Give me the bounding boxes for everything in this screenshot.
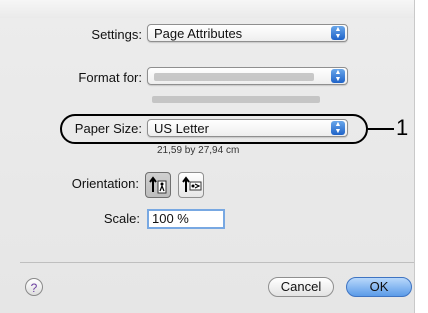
scale-label: Scale:: [103, 211, 140, 226]
orientation-portrait-button[interactable]: [145, 172, 171, 198]
landscape-icon: [182, 176, 202, 192]
cancel-button[interactable]: Cancel: [268, 277, 334, 297]
settings-select[interactable]: Page Attributes ▲ ▼: [147, 24, 348, 42]
scale-input[interactable]: 100 %: [147, 209, 225, 229]
format-for-subtitle-blurred: [152, 96, 320, 103]
divider: [20, 262, 414, 263]
format-for-label: Format for:: [78, 70, 142, 85]
page-setup-dialog: Settings: Page Attributes ▲ ▼ Format for:…: [0, 0, 415, 313]
settings-label: Settings:: [91, 27, 142, 42]
select-arrows-icon: ▲ ▼: [331, 26, 345, 40]
callout-line: [368, 128, 394, 130]
top-band: [0, 0, 414, 18]
paper-size-callout-outline: [60, 114, 368, 144]
settings-value: Page Attributes: [154, 26, 243, 41]
select-arrows-icon: ▲ ▼: [331, 69, 345, 83]
portrait-icon: [149, 176, 167, 194]
paper-dimensions: 21,59 by 27,94 cm: [157, 145, 240, 156]
orientation-landscape-button[interactable]: [178, 172, 204, 198]
help-button[interactable]: ?: [25, 278, 43, 296]
format-for-value-blurred: [154, 73, 314, 81]
ok-button[interactable]: OK: [346, 277, 412, 297]
orientation-label: Orientation:: [71, 176, 139, 191]
callout-number: 1: [396, 115, 409, 140]
format-for-select[interactable]: ▲ ▼: [147, 67, 348, 85]
